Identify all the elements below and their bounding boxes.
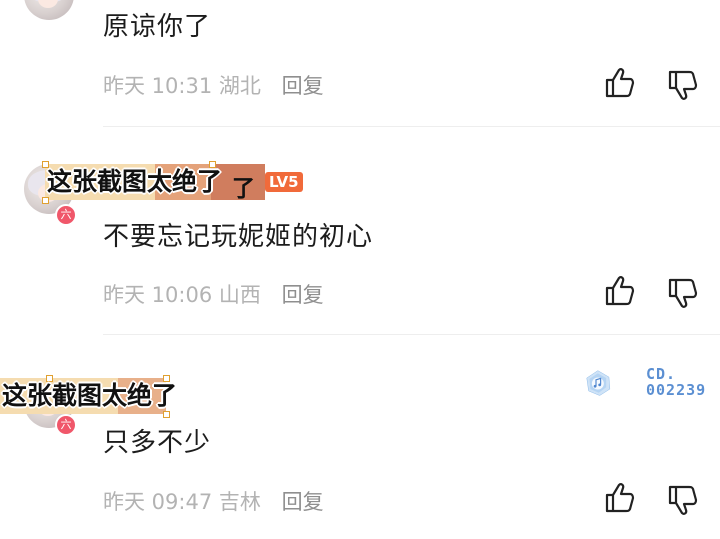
comment-meta: 昨天 09:47 吉林 回复 xyxy=(103,486,324,516)
comment-meta: 昨天 10:31 湖北 回复 xyxy=(103,70,324,100)
music-watermark-icon xyxy=(586,370,611,396)
comment-text: 原谅你了 xyxy=(103,12,212,42)
comment-location: 吉林 xyxy=(218,490,261,514)
watermark-line-2: 002239 xyxy=(646,381,707,399)
avatar[interactable] xyxy=(24,0,74,20)
thumbs-up-icon[interactable] xyxy=(603,274,637,308)
thumbs-down-icon[interactable] xyxy=(666,276,700,310)
thumbs-up-icon[interactable] xyxy=(603,481,637,515)
divider xyxy=(103,126,720,127)
user-badge: 六 xyxy=(55,414,77,436)
comment-text: 不要忘记玩妮姬的初心 xyxy=(103,222,374,252)
caption-text: 这张截图太绝了 xyxy=(47,167,223,196)
thumbs-down-icon[interactable] xyxy=(666,483,700,517)
divider xyxy=(103,334,720,335)
comment-location: 湖北 xyxy=(218,74,261,98)
reply-button[interactable]: 回复 xyxy=(282,74,324,98)
thumbs-up-icon[interactable] xyxy=(603,66,637,100)
reply-button[interactable]: 回复 xyxy=(282,490,324,514)
reply-button[interactable]: 回复 xyxy=(282,283,324,307)
comment-location: 山西 xyxy=(218,283,261,307)
caption-text: 这张截图太绝了 xyxy=(2,381,178,410)
caption-overlay: 这张截图太绝了 xyxy=(0,375,179,418)
user-badge: 六 xyxy=(55,204,77,226)
comment-text: 只多不少 xyxy=(103,428,212,458)
level-badge: LV5 xyxy=(265,172,303,192)
comment-time: 昨天 10:31 xyxy=(103,74,213,98)
comment-time: 昨天 09:47 xyxy=(103,490,213,514)
thumbs-down-icon[interactable] xyxy=(666,68,700,102)
comment-time: 昨天 10:06 xyxy=(103,283,213,307)
username[interactable]: 了 xyxy=(232,169,255,203)
comment-meta: 昨天 10:06 山西 回复 xyxy=(103,279,324,309)
caption-overlay: 这张截图太绝了 xyxy=(42,161,265,204)
